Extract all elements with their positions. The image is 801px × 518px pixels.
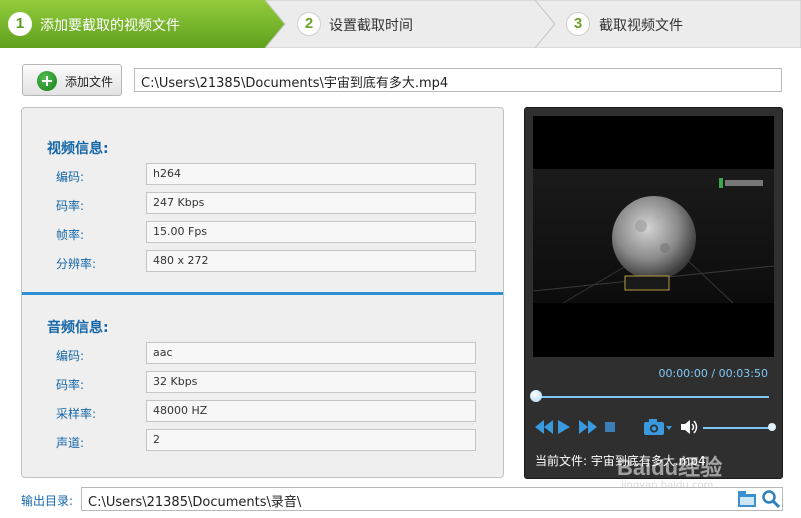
audio-bitrate-label: 码率: [56,378,85,392]
camera-icon[interactable] [643,418,673,436]
add-file-button[interactable]: 添加文件 [22,64,122,96]
step-3[interactable]: 3 截取视频文件 [535,0,801,48]
output-dir-label: 输出目录: [21,494,74,508]
seek-handle[interactable] [530,390,542,402]
step-2-label: 设置截取时间 [329,18,413,34]
audio-samplerate-label: 采样率: [56,407,97,421]
search-icon[interactable] [761,489,781,509]
video-resolution-value: 480 x 272 [146,250,476,272]
audio-info-title: 音频信息: [47,320,109,336]
media-info-panel: 视频信息: 编码: h264 码率: 247 Kbps 帧率: 15.00 Fp… [21,107,504,478]
step-3-label: 截取视频文件 [599,18,683,34]
step-1-number: 1 [8,12,32,36]
video-frame-moon [533,169,774,304]
stop-icon[interactable] [605,422,615,432]
step-bar: 1 添加要截取的视频文件 2 设置截取时间 3 截取视频文件 [0,0,801,48]
output-dir-field[interactable]: C:\Users\21385\Documents\录音\ [81,487,783,511]
step-2[interactable]: 2 设置截取时间 [265,0,555,48]
rewind-icon[interactable] [535,420,553,434]
step-3-number: 3 [566,12,590,36]
baidu-watermark: Baidu经验 jingyan.baidu.com [617,450,722,491]
volume-icon[interactable] [681,419,699,435]
video-framerate-value: 15.00 Fps [146,221,476,243]
video-bitrate-label: 码率: [56,199,85,213]
video-player: 00:00:00 / 00:03:50 当前文件: 宇宙到底有多大.mp4 [524,107,783,479]
folder-icon[interactable] [738,491,756,507]
step-1[interactable]: 1 添加要截取的视频文件 [0,0,285,48]
add-file-label: 添加文件 [65,75,114,89]
audio-channels-label: 声道: [56,436,85,450]
source-file-path-field[interactable]: C:\Users\21385\Documents\宇宙到底有多大.mp4 [134,68,782,92]
audio-samplerate-value: 48000 HZ [146,400,476,422]
play-icon[interactable] [558,420,570,434]
step-1-label: 添加要截取的视频文件 [40,18,180,34]
audio-codec-label: 编码: [56,349,85,363]
step-2-number: 2 [297,12,321,36]
audio-codec-value: aac [146,342,476,364]
video-resolution-label: 分辨率: [56,257,97,271]
seek-bar[interactable] [537,396,769,398]
watermark-main: Baidu经验 [617,455,723,480]
video-codec-label: 编码: [56,170,85,184]
playback-time: 00:00:00 / 00:03:50 [658,367,768,380]
audio-channels-value: 2 [146,429,476,451]
plus-circle-icon [37,71,57,91]
video-info-title: 视频信息: [47,141,109,157]
video-framerate-label: 帧率: [56,228,85,242]
video-codec-value: h264 [146,163,476,185]
video-bitrate-value: 247 Kbps [146,192,476,214]
audio-bitrate-value: 32 Kbps [146,371,476,393]
section-divider [22,292,503,295]
video-preview[interactable] [533,116,774,357]
volume-slider[interactable] [703,427,771,429]
volume-handle[interactable] [768,423,776,431]
fast-forward-icon[interactable] [579,420,597,434]
